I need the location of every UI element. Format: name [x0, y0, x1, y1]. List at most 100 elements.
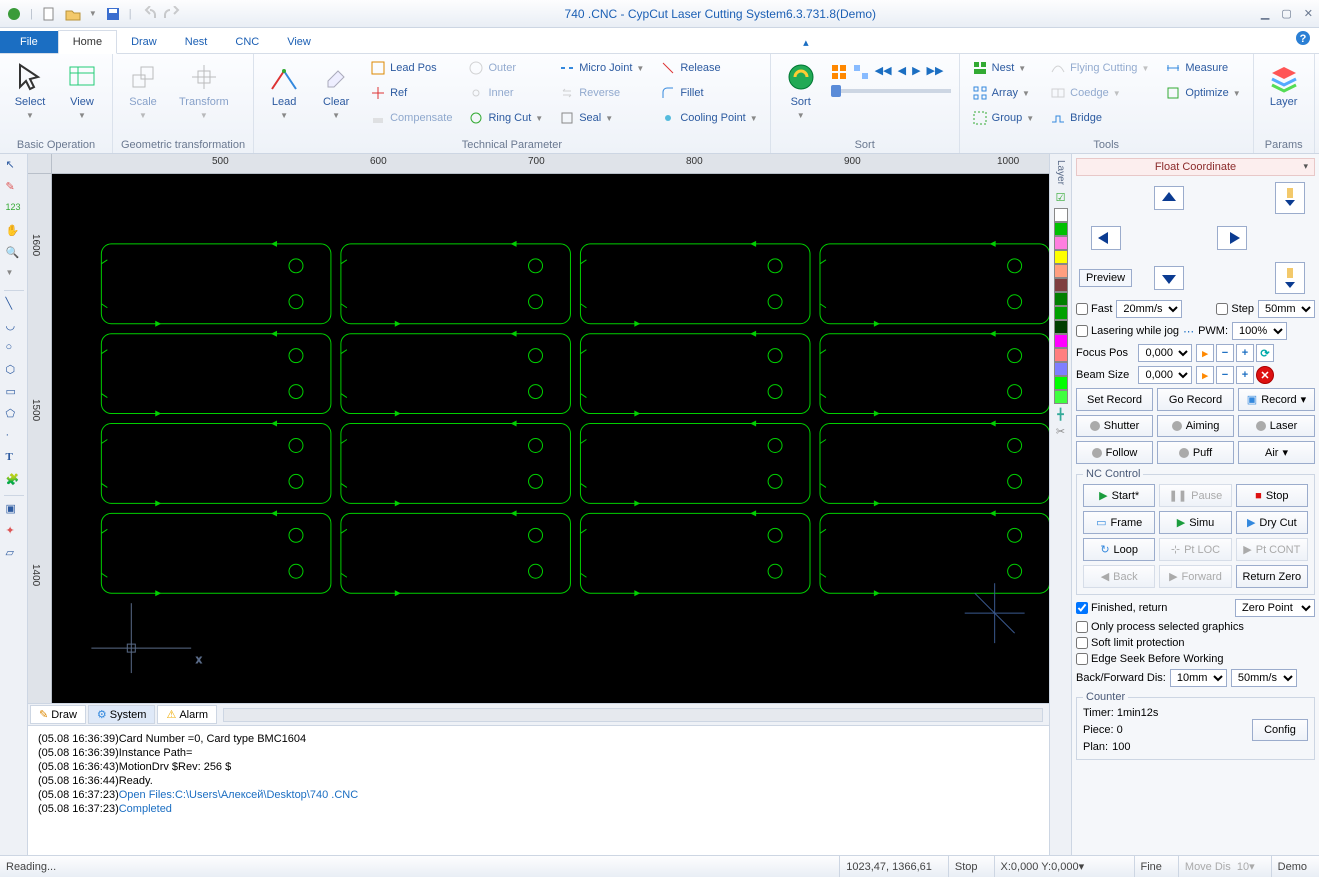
simu-button[interactable]: ▶Simu	[1159, 511, 1231, 534]
layer-swatch[interactable]	[1054, 362, 1068, 376]
nest-button[interactable]: Nest▼	[968, 58, 1039, 78]
layer-swatch[interactable]	[1054, 348, 1068, 362]
focus-select[interactable]: 0,000	[1138, 344, 1192, 362]
tab-file[interactable]: File	[0, 31, 58, 53]
focus-go-button[interactable]: ▸	[1196, 344, 1214, 362]
tab-alarm-bottom[interactable]: ⚠Alarm	[157, 705, 217, 724]
layer-button[interactable]: Layer	[1262, 58, 1306, 111]
tab-nest[interactable]: Nest	[171, 31, 222, 53]
magic-icon[interactable]: ✦	[6, 524, 22, 540]
polyline-icon[interactable]: ⬡	[6, 363, 22, 379]
qat-dd-icon[interactable]: ▼	[89, 9, 97, 18]
layer-swatch[interactable]	[1054, 222, 1068, 236]
optimize-button[interactable]: Optimize▼	[1161, 83, 1244, 103]
layer-swatch[interactable]	[1054, 236, 1068, 250]
coord-mode-dropdown[interactable]: Float Coordinate	[1076, 158, 1315, 176]
sort-slider[interactable]	[831, 89, 951, 93]
layer-swatch[interactable]	[1054, 390, 1068, 404]
ribbon-min-icon[interactable]: ▴	[795, 32, 817, 53]
puzzle-icon[interactable]: 🧩	[6, 473, 22, 489]
layer-swatch[interactable]	[1054, 250, 1068, 264]
coedge-button[interactable]: Coedge▼	[1046, 83, 1153, 103]
zoom-icon[interactable]: 🔍	[6, 246, 22, 262]
layer-swatch[interactable]	[1054, 264, 1068, 278]
layer-swatch[interactable]	[1054, 376, 1068, 390]
group-sel-icon[interactable]: ▣	[6, 502, 22, 518]
status-fine[interactable]: Fine	[1134, 856, 1168, 877]
focus-plus-button[interactable]: +	[1236, 344, 1254, 362]
puff-button[interactable]: Puff	[1157, 441, 1234, 464]
preview-button[interactable]: Preview	[1079, 269, 1132, 287]
frame-button[interactable]: ▭Frame	[1083, 511, 1155, 534]
tab-draw[interactable]: Draw	[117, 31, 171, 53]
start-button[interactable]: ▶Start*	[1083, 484, 1155, 507]
beam-select[interactable]: 0,000	[1138, 366, 1192, 384]
tab-home[interactable]: Home	[58, 30, 117, 54]
ringcut-button[interactable]: Ring Cut▼	[464, 108, 547, 128]
tab-system-bottom[interactable]: ⚙System	[88, 705, 156, 724]
undo-icon[interactable]	[140, 6, 156, 22]
jog-right-button[interactable]	[1217, 226, 1247, 250]
scale-button[interactable]: Scale▼	[121, 58, 165, 123]
air-dropdown[interactable]: Air ▾	[1238, 441, 1315, 464]
layer-swatch[interactable]	[1054, 208, 1068, 222]
fillet-button[interactable]: Fillet	[656, 83, 761, 103]
rect-icon[interactable]: ▭	[6, 385, 22, 401]
circle-icon[interactable]: ○	[6, 341, 22, 357]
softlimit-checkbox[interactable]: Soft limit protection	[1076, 637, 1315, 649]
outer-button[interactable]: Outer	[464, 58, 547, 78]
fast-checkbox[interactable]: Fast	[1076, 303, 1112, 315]
h-scrollbar[interactable]	[223, 708, 1043, 722]
step-dist-select[interactable]: 50mm	[1258, 300, 1315, 318]
canvas[interactable]: x	[52, 174, 1049, 703]
lead-button[interactable]: Lead▼	[262, 58, 306, 123]
drycut-button[interactable]: ▶Dry Cut	[1236, 511, 1308, 534]
pointer-icon[interactable]: ↖	[6, 158, 22, 174]
close-icon[interactable]: ✕	[1304, 7, 1313, 20]
layer-swatch[interactable]	[1054, 292, 1068, 306]
ptcont-button[interactable]: ▶Pt CONT	[1236, 538, 1308, 561]
arc-icon[interactable]: ◡	[6, 319, 22, 335]
inner-button[interactable]: Inner	[464, 83, 547, 103]
jog-up-button[interactable]	[1154, 186, 1184, 210]
ref-button[interactable]: Ref	[366, 83, 456, 103]
point-icon[interactable]: ·	[6, 429, 22, 445]
tab-view[interactable]: View	[273, 31, 325, 53]
record-dropdown[interactable]: ▣Record▾	[1238, 388, 1315, 411]
beam-plus-button[interactable]: +	[1236, 366, 1254, 384]
forward-button[interactable]: ▶Forward	[1159, 565, 1231, 588]
group-button[interactable]: Group▼	[968, 108, 1039, 128]
leadpos-button[interactable]: Lead Pos	[366, 58, 456, 78]
view-button[interactable]: View▼	[60, 58, 104, 123]
text-icon[interactable]: T	[6, 451, 22, 467]
lasering-checkbox[interactable]: Lasering while jog	[1076, 325, 1179, 337]
minimize-icon[interactable]: ▁	[1261, 7, 1269, 20]
follow-button[interactable]: Follow	[1076, 441, 1153, 464]
z-down-button[interactable]	[1275, 262, 1305, 294]
open-file-icon[interactable]	[65, 6, 81, 22]
layer-swatch[interactable]	[1054, 320, 1068, 334]
node-edit-icon[interactable]: ✎	[6, 180, 22, 196]
select-button[interactable]: Select▼	[8, 58, 52, 123]
array-button[interactable]: Array▼	[968, 83, 1039, 103]
loop-button[interactable]: ↻Loop	[1083, 538, 1155, 561]
sort-next-icon[interactable]: ▶	[912, 64, 920, 83]
layer-cut-icon[interactable]: ✂	[1056, 425, 1065, 438]
shutter-button[interactable]: Shutter	[1076, 415, 1153, 437]
help-icon[interactable]: ?	[1287, 26, 1319, 53]
layer-swatch[interactable]	[1054, 306, 1068, 320]
tab-cnc[interactable]: CNC	[221, 31, 273, 53]
reverse-button[interactable]: Reverse	[555, 83, 648, 103]
focus-minus-button[interactable]: −	[1216, 344, 1234, 362]
maximize-icon[interactable]: ▢	[1281, 7, 1291, 20]
beam-stop-button[interactable]: ✕	[1256, 366, 1274, 384]
transform-button[interactable]: Transform▼	[173, 58, 235, 123]
compensate-button[interactable]: Compensate	[366, 108, 456, 128]
sort-prev-icon[interactable]: ◀	[898, 64, 906, 83]
sort-first-icon[interactable]: ◀◀	[875, 64, 892, 83]
line-icon[interactable]: ╲	[6, 297, 22, 313]
seal-button[interactable]: Seal▼	[555, 108, 648, 128]
microjoint-button[interactable]: Micro Joint▼	[555, 58, 648, 78]
tab-draw-bottom[interactable]: ✎Draw	[30, 705, 86, 724]
sort-button[interactable]: Sort▼	[779, 58, 823, 123]
